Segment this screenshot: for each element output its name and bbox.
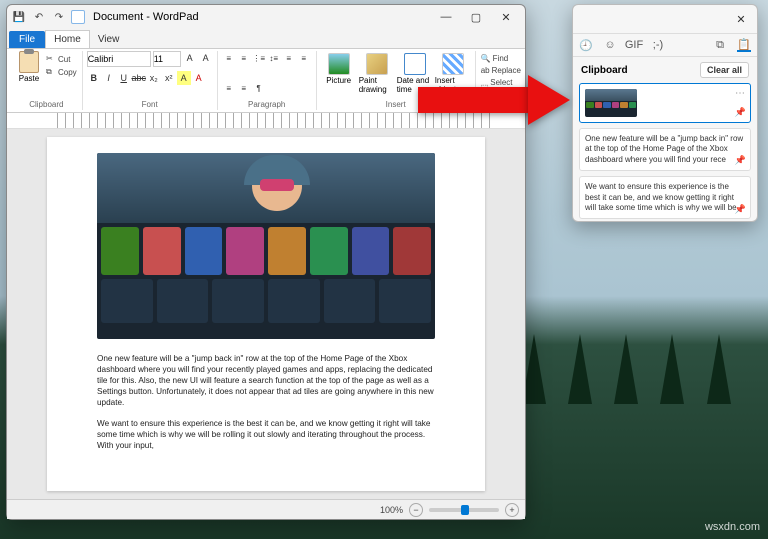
clipboard-tool-symbols-icon[interactable]: ⧉	[713, 38, 727, 52]
clipboard-tool-emoji-icon[interactable]: ☺	[603, 38, 617, 52]
clipboard-title: Clipboard	[581, 65, 628, 76]
document-area[interactable]: One new feature will be a "jump back in"…	[7, 129, 525, 499]
superscript-button[interactable]: x²	[162, 71, 176, 85]
clipboard-tool-kaomoji-icon[interactable]: ;-)	[651, 38, 665, 52]
clipboard-panel: ✕ 🕘 ☺ GIF ;-) ⧉ 📋 Clipboard Clear all ⋯ …	[572, 4, 758, 222]
window-title: Document - WordPad	[93, 11, 199, 23]
find-icon: 🔍	[481, 54, 491, 63]
clipboard-close-button[interactable]: ✕	[729, 7, 753, 31]
group-paragraph-label: Paragraph	[218, 100, 316, 109]
align-left-button[interactable]: ≡	[282, 51, 296, 65]
line-spacing-button[interactable]: ↕≡	[267, 51, 281, 65]
picture-icon	[328, 53, 350, 75]
group-font-label: Font	[83, 100, 217, 109]
tab-home[interactable]: Home	[45, 30, 90, 48]
justify-button[interactable]: ≡	[237, 81, 251, 95]
subscript-button[interactable]: x₂	[147, 71, 161, 85]
pin-icon[interactable]: 📌	[735, 107, 746, 119]
zoom-percent: 100%	[380, 505, 403, 515]
paragraph-1[interactable]: One new feature will be a "jump back in"…	[97, 353, 435, 408]
increase-indent-button[interactable]: ≡	[237, 51, 251, 65]
strike-button[interactable]: abc	[132, 71, 146, 85]
italic-button[interactable]: I	[102, 71, 116, 85]
find-button[interactable]: 🔍Find	[480, 53, 522, 64]
calendar-icon	[404, 53, 426, 75]
cut-button[interactable]: ✂Cut	[45, 53, 78, 65]
paint-icon	[366, 53, 388, 75]
clear-all-button[interactable]: Clear all	[700, 62, 749, 78]
tab-view[interactable]: View	[90, 31, 128, 48]
font-size-select[interactable]	[153, 51, 181, 67]
copy-icon: ⧉	[46, 67, 56, 77]
save-icon[interactable]: 💾	[11, 9, 27, 25]
shrink-font-icon[interactable]: A	[199, 51, 213, 65]
object-icon	[442, 53, 464, 75]
copy-button[interactable]: ⧉Copy	[45, 66, 78, 78]
close-button[interactable]: ✕	[491, 5, 521, 29]
paste-icon	[19, 51, 39, 73]
clipboard-item-text-2[interactable]: We want to ensure this experience is the…	[579, 176, 751, 219]
clipboard-item-image[interactable]: ⋯ 📌	[579, 83, 751, 123]
redo-icon[interactable]: ↷	[51, 9, 67, 25]
decrease-indent-button[interactable]: ≡	[222, 51, 236, 65]
zoom-in-button[interactable]: +	[505, 503, 519, 517]
bullets-button[interactable]: ⋮≡	[252, 51, 266, 65]
group-clipboard-label: Clipboard	[11, 100, 82, 109]
underline-button[interactable]: U	[117, 71, 131, 85]
zoom-slider[interactable]	[429, 508, 499, 512]
undo-icon[interactable]: ↶	[31, 9, 47, 25]
titlebar[interactable]: 💾 ↶ ↷ Document - WordPad — ▢ ✕	[7, 5, 525, 29]
clipboard-thumbnail	[585, 89, 637, 117]
embedded-image[interactable]	[97, 153, 435, 339]
document-icon	[71, 10, 85, 24]
replace-icon: ab	[481, 66, 490, 75]
clipboard-tools: 🕘 ☺ GIF ;-) ⧉ 📋	[573, 33, 757, 57]
ribbon-tabs: File Home View	[7, 29, 525, 49]
clipboard-tool-recent-icon[interactable]: 🕘	[579, 38, 593, 52]
clipboard-tool-gif-icon[interactable]: GIF	[627, 38, 641, 52]
tab-file[interactable]: File	[9, 31, 45, 48]
minimize-button[interactable]: —	[431, 5, 461, 29]
clipboard-item-text-1[interactable]: One new feature will be a "jump back in"…	[579, 128, 751, 171]
annotation-arrow	[418, 75, 578, 125]
pin-icon[interactable]: 📌	[735, 204, 746, 216]
highlight-button[interactable]: A	[177, 71, 191, 85]
font-name-select[interactable]	[87, 51, 151, 67]
pin-icon[interactable]: 📌	[735, 155, 746, 167]
statusbar: 100% − +	[7, 499, 525, 519]
page: One new feature will be a "jump back in"…	[47, 137, 485, 491]
grow-font-icon[interactable]: A	[183, 51, 197, 65]
watermark: wsxdn.com	[705, 521, 760, 533]
paragraph-2[interactable]: We want to ensure this experience is the…	[97, 418, 435, 451]
bold-button[interactable]: B	[87, 71, 101, 85]
maximize-button[interactable]: ▢	[461, 5, 491, 29]
paragraph-dialog-button[interactable]: ¶	[252, 81, 266, 95]
more-icon[interactable]: ⋯	[735, 87, 746, 100]
align-center-button[interactable]: ≡	[297, 51, 311, 65]
scissors-icon: ✂	[46, 54, 56, 64]
align-right-button[interactable]: ≡	[222, 81, 236, 95]
font-color-button[interactable]: A	[192, 71, 206, 85]
zoom-out-button[interactable]: −	[409, 503, 423, 517]
clipboard-tool-clipboard-icon[interactable]: 📋	[737, 38, 751, 52]
